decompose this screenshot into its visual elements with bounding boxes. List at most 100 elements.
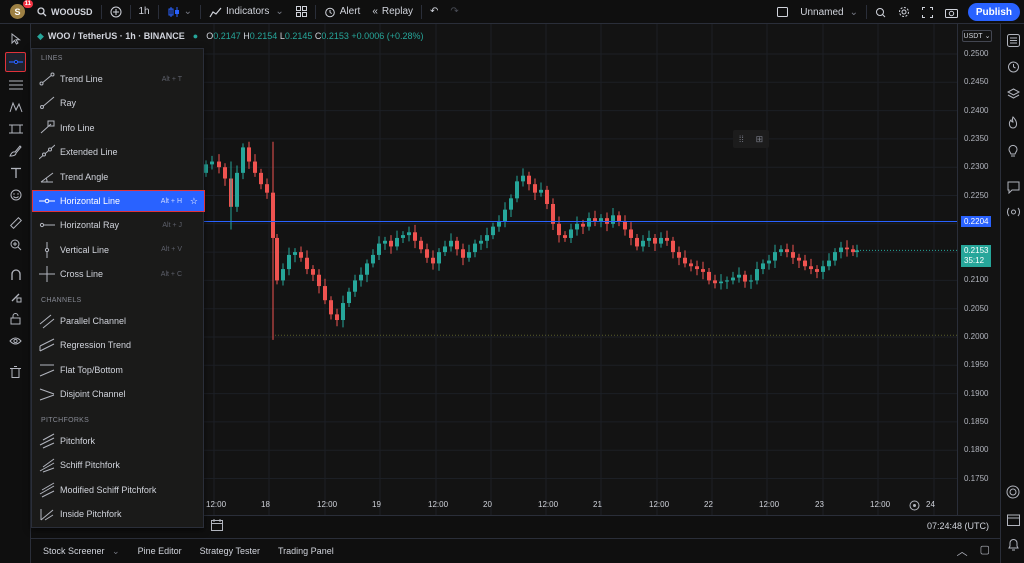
object-tree-button[interactable] [1005, 86, 1021, 102]
user-avatar[interactable]: S 11 [10, 0, 33, 19]
collapse-up-icon[interactable]: ︿ [957, 543, 968, 559]
zoom-tool[interactable] [5, 235, 26, 255]
text-tool[interactable] [5, 163, 26, 183]
time-tick-label: 12:00 [759, 500, 780, 509]
menu-item-extended-line[interactable]: Extended Line [33, 141, 204, 163]
layout-name-button[interactable]: Unnamed ⌄ [794, 0, 864, 24]
modified-schiff-pitchfork-icon [39, 482, 55, 498]
symbol-title[interactable]: WOO / TetherUS · 1h · BINANCE [48, 31, 185, 41]
tab-trading-panel[interactable]: Trading Panel [269, 546, 343, 556]
templates-button[interactable] [290, 0, 313, 24]
auto-scale-glyph [909, 500, 920, 511]
menu-item-regression-trend[interactable]: Regression Trend [33, 334, 204, 356]
indicators-button[interactable]: Indicators ⌄ [203, 0, 290, 24]
candle-body [605, 218, 609, 224]
publish-button[interactable]: Publish [967, 3, 1020, 21]
bell-icon [1007, 538, 1019, 550]
candle-body [217, 161, 221, 168]
search-icon [37, 6, 47, 16]
menu-item-disjoint-channel[interactable]: Disjoint Channel [33, 383, 204, 405]
menu-item-info-line[interactable]: Info Line [33, 117, 204, 139]
price-axis[interactable]: 0.2500 0.2450 0.2400 0.2350 0.2300 0.2250 0.22… [957, 24, 1000, 515]
ideas-button[interactable] [1005, 142, 1021, 158]
settings-button[interactable] [892, 0, 916, 24]
interval-button[interactable]: 1h [133, 0, 156, 24]
currency-button[interactable]: USDT ⌄ [962, 30, 992, 42]
ideas-stream-button[interactable] [1005, 204, 1021, 220]
chats-button[interactable] [1005, 179, 1021, 195]
camera-icon [945, 8, 958, 18]
utc-clock[interactable]: 07:24:48 (UTC) [927, 521, 989, 531]
watchlist-button[interactable] [1005, 32, 1021, 48]
menu-item-horizontal-ray[interactable]: Horizontal Ray Alt + J [33, 214, 204, 236]
chart-type-button[interactable]: ⌄ [161, 0, 198, 24]
help-button[interactable] [1005, 484, 1021, 500]
brush-tool[interactable] [5, 141, 26, 161]
candle-body [833, 252, 837, 261]
menu-item-modified-schiff-pitchfork[interactable]: Modified Schiff Pitchfork [33, 479, 204, 501]
menu-item-ray[interactable]: Ray [33, 92, 204, 114]
quick-search-button[interactable] [869, 0, 892, 24]
fullscreen-button[interactable] [916, 0, 939, 24]
chevron-down-icon: ⌄ [183, 6, 193, 17]
replay-button[interactable]: « Replay [366, 0, 419, 24]
candle-body [377, 243, 381, 255]
hotlists-button[interactable] [1005, 114, 1021, 130]
regression-trend-icon [39, 337, 55, 353]
candle-body [479, 240, 483, 244]
remove-drawings-tool[interactable] [5, 362, 26, 382]
calendar-button[interactable] [1005, 511, 1021, 527]
candle-body [611, 215, 615, 224]
flat-top-bottom-icon [39, 362, 55, 378]
divider [421, 4, 423, 19]
candle-body [779, 249, 783, 253]
fib-tool[interactable] [5, 75, 26, 95]
tab-pine-editor[interactable]: Pine Editor [129, 546, 191, 556]
menu-item-label: Info Line [60, 122, 95, 133]
cursor-tool[interactable] [5, 29, 26, 49]
menu-item-pitchfork[interactable]: Pitchfork [33, 430, 204, 452]
tab-strategy-tester[interactable]: Strategy Tester [191, 546, 269, 556]
favorite-star-icon[interactable]: ☆ [190, 196, 198, 207]
candle-body [731, 277, 735, 281]
stay-drawing-tool[interactable] [5, 287, 26, 307]
icons-tool[interactable] [5, 185, 26, 205]
menu-item-horizontal-line[interactable]: Horizontal Line Alt + H ☆ [32, 190, 205, 212]
compare-symbol-button[interactable] [104, 0, 128, 24]
layout-toggle-button[interactable] [771, 0, 794, 24]
snapshot-button[interactable] [939, 0, 964, 24]
calendar-icon[interactable] [211, 519, 223, 534]
symbol-search-button[interactable]: WOOUSD [31, 0, 99, 24]
candle-body [581, 223, 585, 227]
undo-button[interactable]: ↶ [424, 0, 444, 24]
magnet-tool[interactable] [5, 265, 26, 285]
candle-body [253, 161, 257, 173]
menu-item-parallel-channel[interactable]: Parallel Channel [33, 310, 204, 332]
hide-drawings-tool[interactable] [5, 331, 26, 351]
measure-tool[interactable] [5, 213, 26, 233]
lines-tool[interactable] [5, 52, 26, 72]
chart-layout-widget[interactable]: ⁞⁞ ⊞ [733, 130, 769, 148]
menu-item-inside-pitchfork[interactable]: Inside Pitchfork [33, 503, 204, 525]
prediction-tool[interactable] [5, 119, 26, 139]
menu-item-cross-line[interactable]: Cross Line Alt + C [33, 263, 204, 285]
patterns-tool[interactable] [5, 97, 26, 117]
menu-item-trend-angle[interactable]: Trend Angle [33, 166, 204, 188]
candle-body [719, 281, 723, 284]
menu-item-schiff-pitchfork[interactable]: Schiff Pitchfork [33, 454, 204, 476]
menu-item-vertical-line[interactable]: Vertical Line Alt + V [33, 239, 204, 261]
lock-tool[interactable] [5, 309, 26, 329]
horizontal-line-price-tag[interactable]: 0.2204 [961, 215, 992, 227]
time-tick-label: 20 [483, 500, 492, 509]
tab-stock-screener[interactable]: Stock Screener ⌄ [31, 546, 129, 557]
auto-scale-icon[interactable] [909, 500, 920, 514]
menu-item-trend-line[interactable]: Trend Line Alt + T [33, 68, 204, 90]
notifications-button[interactable] [1005, 536, 1021, 552]
alert-button[interactable]: Alert [318, 0, 367, 24]
cross-line-icon [39, 266, 55, 283]
redo-button[interactable]: ↷ [444, 0, 464, 24]
menu-item-flat-top-bottom[interactable]: Flat Top/Bottom [33, 359, 204, 381]
candle-body [551, 203, 555, 224]
alerts-button[interactable] [1005, 58, 1021, 74]
maximize-icon[interactable]: ▢ [980, 543, 990, 559]
